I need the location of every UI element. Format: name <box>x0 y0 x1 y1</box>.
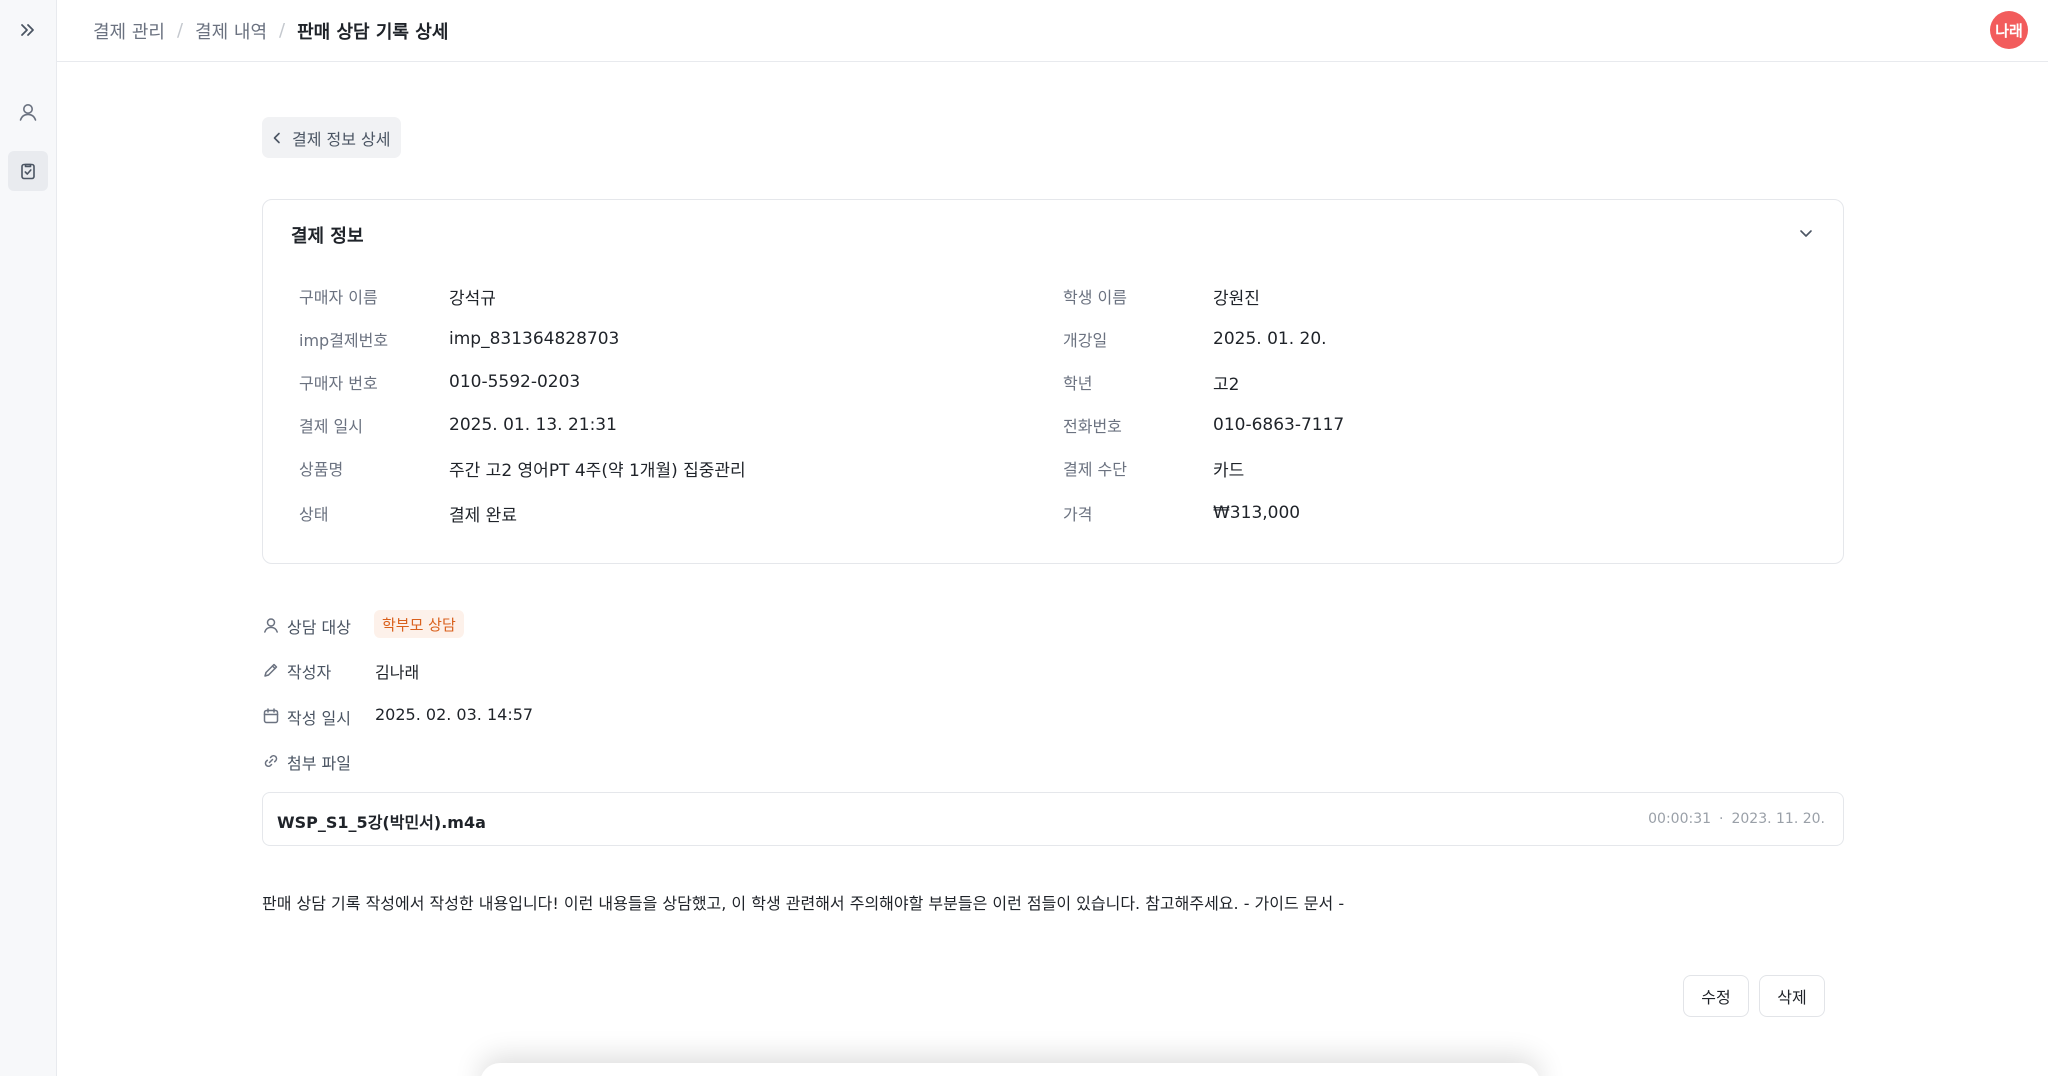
collapse-toggle[interactable] <box>1797 224 1815 246</box>
info-label: 결제 일시 <box>299 417 363 436</box>
attachment-file-meta: 00:00:31 · 2023. 11. 20. <box>1648 811 1825 827</box>
breadcrumb-current: 판매 상담 기록 상세 <box>297 21 449 43</box>
info-value: 고2 <box>1213 374 1240 395</box>
link-icon <box>264 754 278 768</box>
info-value: 010-6863-7117 <box>1213 415 1345 435</box>
info-value: 강원진 <box>1213 288 1260 309</box>
chevron-down-icon <box>1800 230 1812 237</box>
breadcrumb-item-payment-history[interactable]: 결제 내역 <box>195 18 267 44</box>
consultation-note: 판매 상담 기록 작성에서 작성한 내용입니다! 이런 내용들을 상담했고, 이… <box>262 894 1345 913</box>
info-value: 카드 <box>1213 460 1245 481</box>
payment-info-card: 결제 정보 구매자 이름 강석규 imp결제번호 imp_83136482870… <box>262 199 1844 564</box>
info-value: 강석규 <box>449 288 496 309</box>
pencil-icon <box>264 663 278 677</box>
info-value: 결제 완료 <box>449 505 517 526</box>
attachment-file-name: WSP_S1_5강(박민서).m4a <box>277 813 486 832</box>
info-value: 주간 고2 영어PT 4주(약 1개월) 집중관리 <box>449 460 746 481</box>
payment-info-title: 결제 정보 <box>291 226 364 247</box>
avatar[interactable]: 나래 <box>1990 11 2028 49</box>
info-label: 구매자 이름 <box>299 288 378 307</box>
top-header: 결제 관리 / 결제 내역 / 판매 상담 기록 상세 나래 <box>57 0 2048 62</box>
attachment-separator: · <box>1719 811 1724 827</box>
meta-label: 상담 대상 <box>287 618 351 637</box>
double-chevron-right-icon <box>21 24 34 36</box>
info-label: 결제 수단 <box>1063 460 1127 479</box>
breadcrumb-item-payment-management[interactable]: 결제 관리 <box>93 18 165 44</box>
info-value: 2025. 01. 20. <box>1213 329 1327 349</box>
edit-button[interactable]: 수정 <box>1683 975 1749 1017</box>
delete-button[interactable]: 삭제 <box>1759 975 1825 1017</box>
meta-label: 첨부 파일 <box>287 754 351 773</box>
clipboard-check-icon <box>21 163 35 180</box>
user-icon <box>264 618 278 633</box>
attachment-duration: 00:00:31 <box>1648 811 1712 827</box>
back-button-label: 결제 정보 상세 <box>292 129 391 149</box>
user-icon <box>19 104 37 121</box>
breadcrumb-separator: / <box>176 20 184 41</box>
breadcrumb-separator: / <box>279 20 286 41</box>
info-label: imp결제번호 <box>299 331 389 350</box>
sidebar <box>0 0 57 1076</box>
attachment-date: 2023. 11. 20. <box>1731 811 1825 827</box>
written-date-value: 2025. 02. 03. 14:57 <box>375 705 534 724</box>
calendar-icon <box>263 708 279 724</box>
sidebar-item-users[interactable] <box>8 92 48 132</box>
breadcrumb: 결제 관리 / 결제 내역 / 판매 상담 기록 상세 <box>93 0 448 61</box>
info-label: 상품명 <box>299 460 344 479</box>
expand-sidebar-button[interactable] <box>8 10 48 50</box>
sidebar-item-payments[interactable] <box>8 151 48 191</box>
info-label: 구매자 번호 <box>299 374 378 393</box>
author-value: 김나래 <box>375 663 420 682</box>
info-value: ₩313,000 <box>1213 503 1301 523</box>
info-value: imp_831364828703 <box>449 329 620 349</box>
info-label: 전화번호 <box>1063 417 1122 436</box>
info-label: 학생 이름 <box>1063 288 1127 307</box>
back-button[interactable]: 결제 정보 상세 <box>262 117 401 158</box>
chevron-left-icon <box>273 132 280 143</box>
info-value: 010-5592-0203 <box>449 372 581 392</box>
meta-label: 작성자 <box>287 663 332 682</box>
attachment-file[interactable]: WSP_S1_5강(박민서).m4a 00:00:31 · 2023. 11. 20… <box>262 792 1844 846</box>
info-label: 가격 <box>1063 505 1093 524</box>
info-label: 상태 <box>299 505 329 524</box>
info-label: 학년 <box>1063 374 1093 393</box>
consult-target-badge: 학부모 상담 <box>374 610 464 638</box>
meta-label: 작성 일시 <box>287 709 351 728</box>
info-value: 2025. 01. 13. 21:31 <box>449 415 617 435</box>
bottom-floating-bar <box>480 1063 1540 1076</box>
info-label: 개강일 <box>1063 331 1108 350</box>
